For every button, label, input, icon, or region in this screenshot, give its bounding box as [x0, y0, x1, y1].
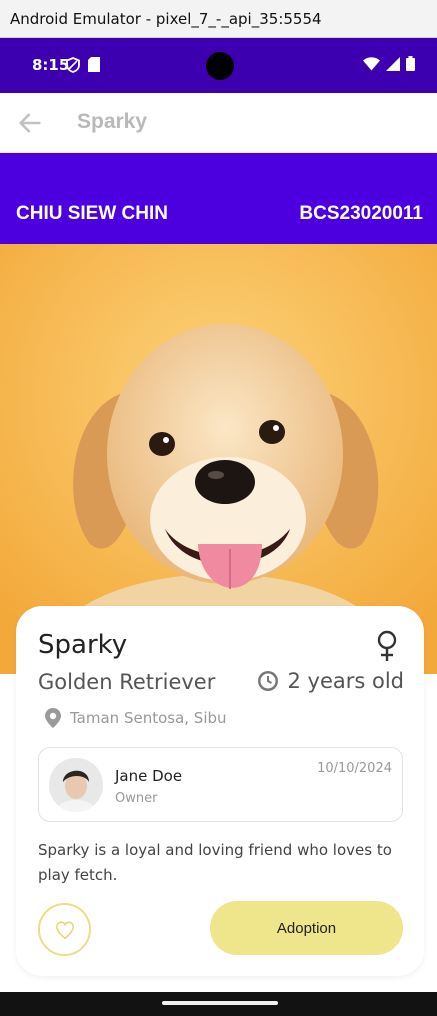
battery-icon — [406, 56, 415, 71]
pet-location-group: Taman Sentosa, Sibu — [44, 707, 227, 729]
adoption-button[interactable]: Adoption — [210, 901, 403, 955]
owner-card[interactable]: Jane Doe Owner 10/10/2024 — [38, 747, 403, 822]
wifi-icon — [363, 56, 380, 70]
student-id: BCS23020011 — [299, 203, 423, 224]
owner-photo — [49, 758, 103, 812]
pet-age: 2 years old — [287, 669, 404, 693]
owner-name: Jane Doe — [115, 767, 183, 785]
student-name: CHIU SIEW CHIN — [16, 203, 168, 224]
pet-breed: Golden Retriever — [38, 670, 216, 694]
sd-card-icon — [88, 57, 100, 72]
pet-detail-card: Sparky Golden Retriever 2 years old Tama… — [16, 606, 424, 976]
status-left-icons — [66, 57, 100, 73]
emulator-title-bar: Android Emulator - pixel_7_-_api_35:5554 — [0, 0, 437, 38]
pet-location: Taman Sentosa, Sibu — [70, 709, 227, 727]
pet-age-group: 2 years old — [257, 669, 404, 693]
heart-outline-icon — [55, 920, 74, 939]
cell-signal-icon — [386, 56, 400, 71]
page-title: Sparky — [77, 110, 148, 133]
status-bar: 8:15 — [0, 38, 437, 93]
home-indicator[interactable] — [162, 1001, 278, 1005]
status-right-icons — [363, 56, 415, 71]
location-pin-icon — [45, 708, 61, 728]
emulator-title: Android Emulator - pixel_7_-_api_35:5554 — [10, 9, 322, 28]
status-time: 8:15 — [32, 56, 70, 74]
gesture-nav-bar — [0, 992, 437, 1016]
favorite-button[interactable] — [38, 903, 91, 956]
phone-screen: 8:15 Sparky CHIU SIEW CHIN BCS23020011 S… — [0, 38, 437, 992]
back-arrow-icon[interactable] — [16, 109, 44, 137]
clock-icon — [258, 671, 279, 691]
shield-icon — [66, 57, 80, 73]
app-bar: Sparky — [0, 93, 437, 153]
post-date: 10/10/2024 — [317, 761, 392, 776]
student-banner: CHIU SIEW CHIN BCS23020011 — [0, 153, 437, 244]
pet-description: Sparky is a loyal and loving friend who … — [38, 841, 392, 884]
owner-role: Owner — [115, 791, 158, 806]
front-camera — [206, 52, 234, 80]
avatar — [49, 758, 103, 812]
pet-name: Sparky — [38, 630, 128, 660]
female-icon — [377, 630, 397, 661]
